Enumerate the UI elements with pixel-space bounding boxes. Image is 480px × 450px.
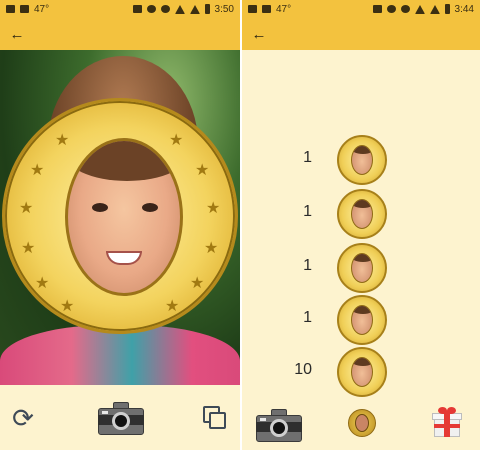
refresh-icon[interactable]: ⟳ xyxy=(8,403,38,433)
face-coin-thumbnail[interactable] xyxy=(337,347,387,397)
status-time: 3:44 xyxy=(454,3,474,15)
coin-count: 1 xyxy=(303,257,312,274)
camera-icon xyxy=(98,401,144,435)
nfc-icon xyxy=(372,5,382,13)
coin-frame[interactable]: ★ ★ ★ ★ ★ ★ ★ ★ ★ ★ ★ ★ xyxy=(2,98,238,334)
star-icon: ★ xyxy=(195,162,210,179)
coin-count: 10 xyxy=(294,361,312,378)
image-notification-icon xyxy=(20,5,29,13)
camera-screen: 47° 3:50 ← ★ ★ ★ ★ ★ ★ ★ ★ ★ ★ ★ ⟳ xyxy=(0,0,240,450)
face-coin-thumbnail[interactable] xyxy=(337,189,387,239)
capture-button[interactable] xyxy=(96,398,146,438)
face-coin-thumbnail[interactable] xyxy=(337,135,387,185)
signal-icon xyxy=(429,4,440,14)
star-icon: ★ xyxy=(30,162,45,179)
face-coin-icon[interactable] xyxy=(348,409,376,437)
list-item[interactable]: 10 xyxy=(242,347,480,399)
star-icon: ★ xyxy=(204,240,219,257)
star-icon: ★ xyxy=(35,275,50,292)
nfc-icon xyxy=(132,5,142,13)
app-bar: ← xyxy=(242,18,480,50)
status-bar: 47° 3:44 xyxy=(242,0,480,18)
star-icon: ★ xyxy=(206,200,221,217)
back-arrow-icon[interactable]: ← xyxy=(248,23,270,45)
gift-icon xyxy=(432,407,462,439)
face-coin-thumbnail[interactable] xyxy=(337,295,387,345)
temperature: 47° xyxy=(34,3,50,15)
coin-count: 1 xyxy=(303,309,312,326)
camera-button[interactable] xyxy=(256,407,302,443)
face-coin-thumbnail[interactable] xyxy=(337,243,387,293)
app-bar: ← xyxy=(0,18,240,50)
copy-icon xyxy=(203,406,227,430)
wifi-icon xyxy=(414,4,425,14)
bottom-toolbar xyxy=(242,398,480,450)
star-icon: ★ xyxy=(190,275,205,292)
back-arrow-icon[interactable]: ← xyxy=(6,23,28,45)
message-icon xyxy=(6,5,15,13)
alarm-icon xyxy=(400,5,410,13)
star-icon: ★ xyxy=(21,240,36,257)
temperature: 47° xyxy=(276,3,292,15)
coin-count: 1 xyxy=(303,149,312,166)
status-time: 3:50 xyxy=(214,3,234,15)
camera-preview[interactable]: ★ ★ ★ ★ ★ ★ ★ ★ ★ ★ ★ ★ xyxy=(0,50,240,385)
star-icon: ★ xyxy=(19,200,34,217)
list-item[interactable]: 1 xyxy=(242,295,480,347)
star-icon: ★ xyxy=(165,298,180,315)
status-bar: 47° 3:50 xyxy=(0,0,240,18)
copy-button[interactable] xyxy=(200,403,230,433)
bluetooth-icon xyxy=(386,5,396,13)
battery-icon xyxy=(444,4,450,14)
photo-clothing xyxy=(0,325,240,385)
list-item[interactable]: 1 xyxy=(242,243,480,295)
star-icon: ★ xyxy=(60,298,75,315)
camera-icon xyxy=(256,408,302,442)
list-item[interactable]: 1 xyxy=(242,189,480,241)
battery-icon xyxy=(204,4,210,14)
image-notification-icon xyxy=(262,5,271,13)
alarm-icon xyxy=(160,5,170,13)
gift-button[interactable] xyxy=(432,407,462,439)
collection-screen: 47° 3:44 ← 1 1 1 1 10 xyxy=(242,0,480,450)
signal-icon xyxy=(189,4,200,14)
bluetooth-icon xyxy=(146,5,156,13)
list-item[interactable]: 1 xyxy=(242,135,480,187)
bottom-toolbar: ⟳ xyxy=(0,385,240,450)
coin-count: 1 xyxy=(303,203,312,220)
coin-face-window xyxy=(65,138,183,296)
wifi-icon xyxy=(174,4,185,14)
message-icon xyxy=(248,5,257,13)
